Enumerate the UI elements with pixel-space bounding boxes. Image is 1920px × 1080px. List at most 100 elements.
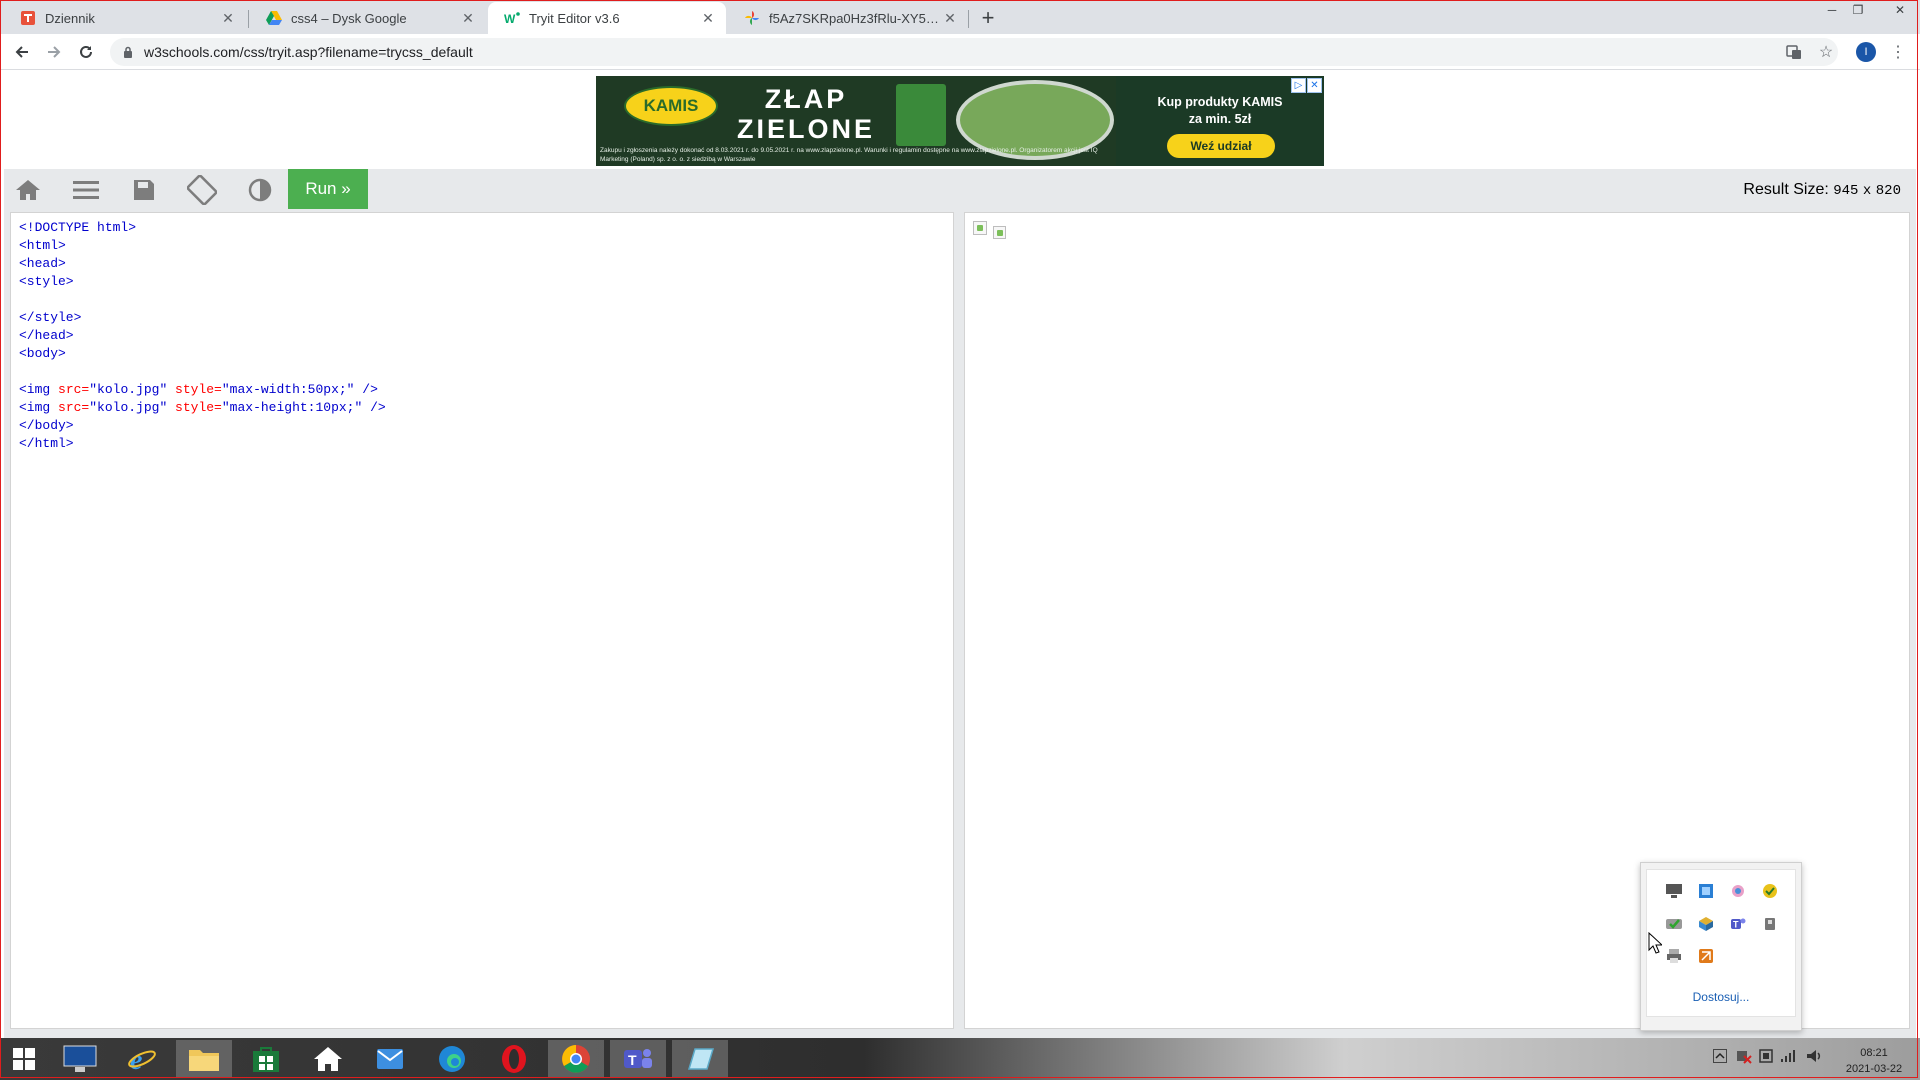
package-tray-icon[interactable] (1697, 915, 1715, 933)
tab-strip: Dziennik ✕ css4 – Dysk Google ✕ W Tryit … (0, 0, 1920, 34)
opera-icon (502, 1045, 526, 1073)
kamis-advertisement[interactable]: KAMIS ZŁAP ZIELONE Kup produkty KAMIS za… (596, 76, 1324, 166)
show-hidden-icons-button[interactable] (1712, 1048, 1728, 1064)
wifi-signal-icon[interactable] (1780, 1048, 1796, 1064)
monitor-tray-icon[interactable] (1665, 882, 1683, 900)
code-content[interactable]: <!DOCTYPE html> <html> <head> <style> </… (19, 219, 386, 453)
code-token: <img (19, 400, 59, 415)
contrast-icon (248, 178, 272, 202)
svg-text:T: T (628, 1052, 637, 1068)
ad-cta-button[interactable]: Weź udział (1167, 134, 1275, 158)
kamis-logo: KAMIS (624, 86, 718, 126)
menu-dots-icon[interactable]: ⋮ (1888, 42, 1908, 62)
new-tab-button[interactable]: + (976, 5, 1000, 30)
opera-button[interactable] (486, 1040, 542, 1078)
code-token: <body> (19, 346, 66, 361)
theme-toggle-button[interactable] (240, 173, 280, 207)
home-icon (16, 180, 40, 200)
rotate-layout-button[interactable] (182, 173, 222, 207)
tab-title: Tryit Editor v3.6 (529, 10, 620, 26)
close-icon[interactable]: ✕ (220, 10, 236, 26)
code-token: "kolo.jpg" (89, 400, 168, 415)
result-x: x (1862, 183, 1872, 199)
ad-close-icon[interactable]: ✕ (1307, 78, 1322, 93)
app-tray-icon[interactable] (1729, 882, 1747, 900)
save-button[interactable] (124, 173, 164, 207)
run-button[interactable]: Run » (288, 169, 368, 209)
menu-button[interactable] (66, 173, 106, 207)
lock-icon[interactable] (122, 46, 134, 58)
ad-headline: ZŁAP ZIELONE (736, 84, 876, 144)
internet-explorer-button[interactable]: e (114, 1040, 170, 1078)
product-package-image (896, 84, 946, 146)
tab-tryit-editor[interactable]: W Tryit Editor v3.6 ✕ (488, 2, 726, 34)
error-tray-icon[interactable] (1736, 1048, 1752, 1064)
svg-text:W: W (504, 12, 516, 25)
tab-title: css4 – Dysk Google (291, 10, 407, 26)
home-button[interactable] (8, 173, 48, 207)
volume-icon[interactable] (1806, 1048, 1822, 1064)
mail-icon (377, 1049, 403, 1069)
lenovo-app-button[interactable] (52, 1040, 108, 1078)
code-token: src= (58, 400, 90, 415)
tab-title: Dziennik (45, 10, 95, 26)
result-height: 820 (1875, 183, 1901, 199)
usb-tray-icon[interactable] (1761, 915, 1779, 933)
tab-google-drive[interactable]: css4 – Dysk Google ✕ (250, 2, 486, 34)
device-tray-icon[interactable] (1758, 1048, 1774, 1064)
printer-tray-icon[interactable] (1665, 947, 1683, 965)
close-icon[interactable]: ✕ (942, 10, 958, 26)
folder-icon (189, 1050, 219, 1071)
dziennik-icon (20, 10, 36, 26)
code-token: src= (58, 382, 90, 397)
code-token: <img (19, 382, 59, 397)
customize-link[interactable]: Dostosuj... (1647, 990, 1795, 1004)
close-window-button[interactable]: ✕ (1885, 0, 1915, 20)
close-icon[interactable]: ✕ (700, 10, 716, 26)
svg-text:T: T (1733, 920, 1739, 930)
mail-button[interactable] (362, 1040, 418, 1078)
store-button[interactable] (238, 1040, 294, 1078)
tab-separator (248, 10, 249, 28)
network-tray-icon[interactable] (1697, 882, 1715, 900)
tray-overflow-popup: T Dostosuj... (1640, 862, 1802, 1031)
file-explorer-button[interactable] (176, 1040, 232, 1078)
forward-button[interactable] (40, 38, 68, 66)
tab-dziennik[interactable]: Dziennik ✕ (4, 2, 246, 34)
arrow-right-icon (48, 46, 61, 58)
security-tray-icon[interactable] (1665, 915, 1683, 933)
close-icon[interactable]: ✕ (460, 10, 476, 26)
orange-app-tray-icon[interactable] (1697, 947, 1715, 965)
code-token: style= (167, 400, 222, 415)
result-size-label: Result Size: (1743, 181, 1829, 198)
edge-button[interactable] (424, 1040, 480, 1078)
tab-google-photos[interactable]: f5Az7SKRpa0Hz3fRlu-XY5ezMm ✕ (728, 2, 968, 34)
home-app-button[interactable] (300, 1040, 356, 1078)
chrome-icon (562, 1045, 590, 1073)
result-size: Result Size: 945 x 820 (1743, 181, 1901, 199)
reload-button[interactable] (72, 38, 100, 66)
ad-cta-text: Kup produkty KAMIS za min. 5zł (1116, 94, 1324, 128)
snipping-tool-button[interactable] (672, 1040, 728, 1078)
lenovo-monitor-icon (63, 1045, 97, 1072)
store-icon (253, 1047, 279, 1072)
translate-icon[interactable] (1784, 42, 1804, 62)
start-button[interactable] (0, 1040, 48, 1078)
ad-choices-icon[interactable]: ▷ (1291, 78, 1306, 93)
teams-button[interactable]: T (610, 1040, 666, 1078)
update-tray-icon[interactable] (1761, 882, 1779, 900)
teams-tray-icon[interactable]: T (1729, 915, 1747, 933)
address-bar[interactable]: w3schools.com/css/tryit.asp?filename=try… (110, 38, 1838, 66)
restore-button[interactable]: ❐ (1843, 0, 1873, 20)
ad-choices[interactable]: ▷ ✕ (1291, 78, 1322, 93)
hamburger-icon (73, 181, 99, 199)
tab-separator (968, 10, 969, 28)
back-button[interactable] (8, 38, 36, 66)
internet-explorer-icon: e (128, 1045, 156, 1074)
code-token: </head> (19, 328, 74, 343)
code-editor[interactable]: <!DOCTYPE html> <html> <head> <style> </… (10, 212, 954, 1029)
taskbar-clock[interactable]: 08:21 2021-03-22 (1834, 1045, 1914, 1077)
chrome-button[interactable] (548, 1040, 604, 1078)
profile-avatar[interactable]: I (1856, 42, 1876, 62)
bookmark-star-icon[interactable]: ☆ (1816, 42, 1836, 62)
